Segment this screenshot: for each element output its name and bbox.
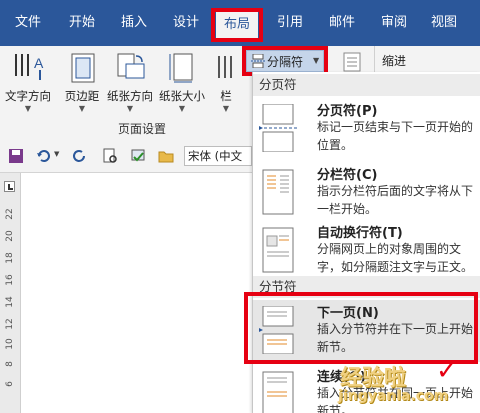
ribbon-tab-bar: 文件 开始 插入 设计 布局 引用 邮件 审阅 视图 bbox=[0, 0, 480, 46]
quick-access-toolbar: ▼ 宋体 (中文 bbox=[0, 142, 252, 173]
ruler-number: 22 bbox=[5, 208, 15, 220]
margins-icon bbox=[71, 53, 95, 83]
columns-label: 栏 bbox=[220, 89, 232, 103]
menu-item-column-break[interactable]: 分栏符(C) 指示分栏符后面的文字将从下一栏开始。 bbox=[253, 162, 480, 224]
menu-item-text-wrapping-break[interactable]: 自动换行符(T) 分隔网页上的对象周围的文字，如分隔题注文字与正文。 bbox=[253, 220, 480, 280]
watermark-url: jingyanla.com bbox=[338, 388, 449, 404]
undo-icon[interactable] bbox=[36, 148, 52, 164]
ruler-number: 6 bbox=[5, 381, 15, 387]
font-name-box[interactable]: 宋体 (中文 bbox=[184, 146, 252, 166]
chevron-down-icon: ▼ bbox=[178, 104, 186, 113]
text-direction-button[interactable]: A 文字方向 ▼ bbox=[2, 50, 54, 118]
menu-item-page-break[interactable]: 分页符(P) 标记一页结束与下一页开始的位置。 bbox=[253, 98, 480, 160]
menu-item-description: 分隔网页上的对象周围的文字，如分隔题注文字与正文。 bbox=[317, 242, 474, 274]
print-preview-icon[interactable] bbox=[102, 148, 118, 164]
ruler-number: 16 bbox=[5, 274, 15, 286]
tab-design[interactable]: 设计 bbox=[166, 12, 206, 34]
document-area[interactable] bbox=[0, 173, 252, 413]
orientation-label: 纸张方向 bbox=[107, 89, 153, 103]
menu-item-description: 指示分栏符后面的文字将从下一栏开始。 bbox=[317, 184, 474, 216]
page-breaks-header: 分页符 bbox=[253, 74, 480, 96]
columns-button[interactable]: 栏 ▼ bbox=[206, 50, 246, 118]
page-setup-group-label: 页面设置 bbox=[118, 122, 167, 136]
svg-text:A: A bbox=[34, 55, 44, 71]
chevron-down-icon: ▼ bbox=[222, 104, 230, 113]
page-break-icon bbox=[259, 104, 297, 152]
tab-selector-icon[interactable] bbox=[4, 181, 15, 192]
ruler-number: 10 bbox=[5, 338, 15, 350]
vertical-ruler: 22 20 18 16 14 12 10 8 6 bbox=[0, 173, 21, 413]
tab-view[interactable]: 视图 bbox=[424, 12, 464, 34]
chevron-down-icon: ▼ bbox=[126, 104, 134, 113]
margins-button[interactable]: 页边距 ▼ bbox=[56, 50, 108, 118]
orientation-icon bbox=[117, 53, 145, 79]
menu-item-title: 分页符(P) bbox=[317, 104, 378, 119]
menu-item-title: 自动换行符(T) bbox=[317, 226, 403, 241]
spell-check-icon[interactable] bbox=[130, 148, 146, 164]
continuous-section-icon bbox=[262, 371, 294, 413]
watermark-check: ✓ bbox=[436, 356, 458, 386]
ruler-number: 14 bbox=[5, 296, 15, 308]
size-button[interactable]: 纸张大小 ▼ bbox=[156, 50, 208, 118]
menu-item-title: 分栏符(C) bbox=[317, 168, 378, 183]
open-folder-icon[interactable] bbox=[158, 148, 174, 164]
save-icon[interactable] bbox=[8, 148, 24, 164]
next-page-highlight bbox=[244, 292, 478, 364]
chevron-down-icon[interactable]: ▼ bbox=[54, 150, 59, 158]
orientation-button[interactable]: 纸张方向 ▼ bbox=[104, 50, 156, 118]
text-wrapping-break-icon bbox=[262, 227, 294, 273]
tab-file[interactable]: 文件 bbox=[8, 12, 48, 34]
chevron-down-icon: ▼ bbox=[24, 104, 32, 113]
tab-review[interactable]: 审阅 bbox=[374, 12, 414, 34]
chevron-down-icon: ▼ bbox=[78, 104, 86, 113]
ruler-number: 8 bbox=[5, 361, 15, 367]
tab-home[interactable]: 开始 bbox=[62, 12, 102, 34]
layout-tab-highlight bbox=[211, 8, 263, 42]
redo-icon[interactable] bbox=[72, 148, 88, 164]
ribbon-divider bbox=[374, 46, 375, 72]
paper-size-icon bbox=[169, 53, 193, 83]
text-direction-icon: A bbox=[15, 54, 44, 80]
ruler-number: 20 bbox=[5, 230, 15, 242]
ruler-number: 18 bbox=[5, 252, 15, 264]
indent-label: 缩进 bbox=[382, 54, 407, 68]
ruler-number: 12 bbox=[5, 318, 15, 330]
tab-insert[interactable]: 插入 bbox=[114, 12, 154, 34]
columns-icon bbox=[218, 56, 232, 78]
text-direction-label: 文字方向 bbox=[5, 89, 51, 103]
tab-references[interactable]: 引用 bbox=[270, 12, 310, 34]
size-label: 纸张大小 bbox=[159, 89, 205, 103]
line-numbers-icon bbox=[343, 52, 361, 72]
tab-mailings[interactable]: 邮件 bbox=[322, 12, 362, 34]
column-break-icon bbox=[262, 169, 294, 215]
menu-item-description: 标记一页结束与下一页开始的位置。 bbox=[317, 120, 474, 152]
margins-label: 页边距 bbox=[64, 89, 100, 103]
